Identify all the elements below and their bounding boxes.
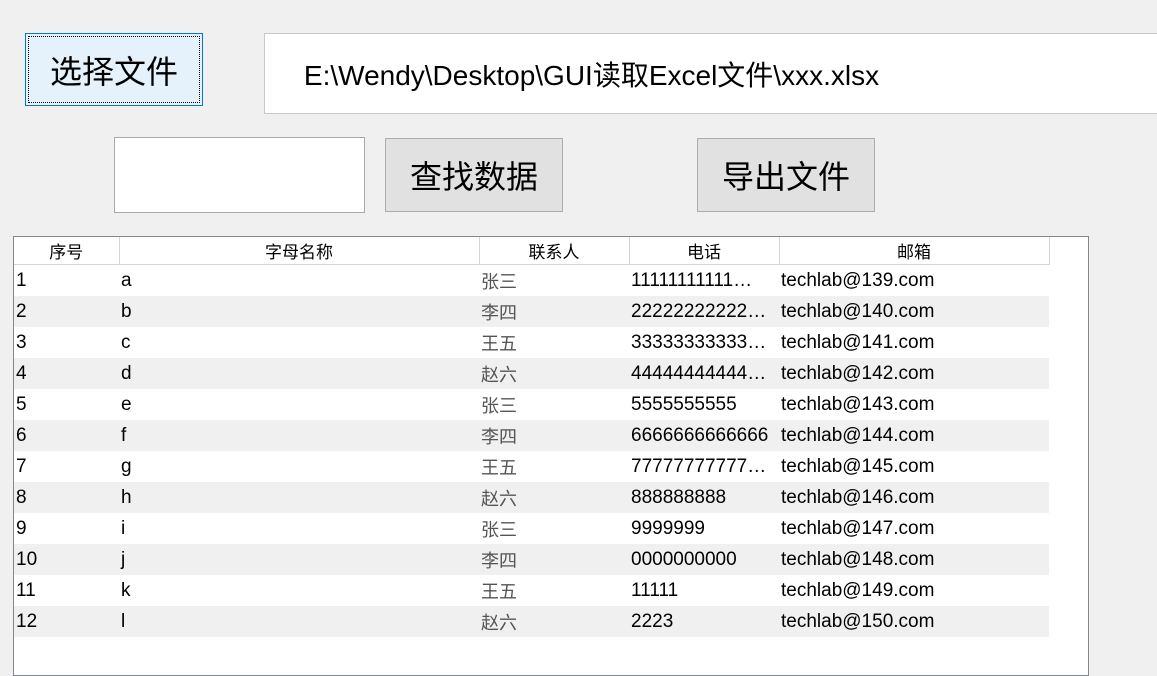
cell-letter-name: k (119, 575, 479, 606)
file-path-text: E:\Wendy\Desktop\GUI读取Excel文件\xxx.xlsx (303, 59, 880, 91)
cell-index: 10 (14, 544, 119, 575)
cell-index: 4 (14, 358, 119, 389)
cell-letter-name: i (119, 513, 479, 544)
cell-phone: 11111 (629, 575, 779, 606)
cell-letter-name: b (119, 296, 479, 327)
table-row[interactable]: 1 a 张三 11111111111… techlab@139.com (14, 264, 1049, 296)
table-row[interactable]: 5 e 张三 5555555555 techlab@143.com (14, 389, 1049, 420)
export-file-button[interactable]: 导出文件 (697, 138, 875, 212)
table-row[interactable]: 10 j 李四 0000000000 techlab@148.com (14, 544, 1049, 575)
cell-contact: 王五 (479, 327, 629, 358)
select-file-button[interactable]: 选择文件 (25, 33, 203, 106)
cell-index: 11 (14, 575, 119, 606)
cell-email: techlab@149.com (779, 575, 1049, 606)
cell-email: techlab@145.com (779, 451, 1049, 482)
cell-email: techlab@143.com (779, 389, 1049, 420)
cell-letter-name: e (119, 389, 479, 420)
cell-email: techlab@144.com (779, 420, 1049, 451)
cell-index: 8 (14, 482, 119, 513)
cell-email: techlab@142.com (779, 358, 1049, 389)
cell-phone: 77777777777… (629, 451, 779, 482)
column-header-index[interactable]: 序号 (14, 237, 120, 265)
cell-index: 12 (14, 606, 119, 637)
table-row[interactable]: 6 f 李四 6666666666666 techlab@144.com (14, 420, 1049, 451)
cell-phone: 0000000000 (629, 544, 779, 575)
cell-contact: 李四 (479, 544, 629, 575)
cell-email: techlab@141.com (779, 327, 1049, 358)
column-header-letter-name[interactable]: 字母名称 (119, 237, 480, 265)
data-table: 序号 字母名称 联系人 电话 邮箱 1 a 张三 11111111111… te… (14, 237, 1050, 637)
cell-phone: 22222222222… (629, 296, 779, 327)
cell-email: techlab@150.com (779, 606, 1049, 637)
cell-letter-name: l (119, 606, 479, 637)
search-input[interactable] (114, 137, 365, 213)
cell-email: techlab@139.com (779, 264, 1049, 296)
cell-contact: 张三 (479, 513, 629, 544)
cell-index: 9 (14, 513, 119, 544)
cell-contact: 赵六 (479, 606, 629, 637)
cell-letter-name: g (119, 451, 479, 482)
cell-contact: 王五 (479, 575, 629, 606)
cell-letter-name: d (119, 358, 479, 389)
cell-index: 7 (14, 451, 119, 482)
cell-letter-name: f (119, 420, 479, 451)
cell-email: techlab@140.com (779, 296, 1049, 327)
data-table-view[interactable]: 序号 字母名称 联系人 电话 邮箱 1 a 张三 11111111111… te… (13, 236, 1089, 676)
table-row[interactable]: 9 i 张三 9999999 techlab@147.com (14, 513, 1049, 544)
table-header-row: 序号 字母名称 联系人 电话 邮箱 (14, 237, 1050, 265)
table-row[interactable]: 4 d 赵六 44444444444… techlab@142.com (14, 358, 1049, 389)
cell-index: 6 (14, 420, 119, 451)
find-data-button[interactable]: 查找数据 (385, 138, 563, 212)
file-path-display: E:\Wendy\Desktop\GUI读取Excel文件\xxx.xlsx (264, 33, 1157, 114)
cell-contact: 李四 (479, 296, 629, 327)
cell-contact: 李四 (479, 420, 629, 451)
cell-letter-name: c (119, 327, 479, 358)
cell-contact: 王五 (479, 451, 629, 482)
cell-contact: 张三 (479, 264, 629, 296)
column-header-email[interactable]: 邮箱 (779, 237, 1050, 265)
cell-index: 5 (14, 389, 119, 420)
cell-phone: 44444444444… (629, 358, 779, 389)
cell-index: 3 (14, 327, 119, 358)
cell-index: 2 (14, 296, 119, 327)
cell-letter-name: a (119, 264, 479, 296)
cell-index: 1 (14, 264, 119, 296)
cell-contact: 张三 (479, 389, 629, 420)
table-row[interactable]: 2 b 李四 22222222222… techlab@140.com (14, 296, 1049, 327)
cell-phone: 2223 (629, 606, 779, 637)
table-row[interactable]: 8 h 赵六 888888888 techlab@146.com (14, 482, 1049, 513)
table-row[interactable]: 7 g 王五 77777777777… techlab@145.com (14, 451, 1049, 482)
cell-email: techlab@147.com (779, 513, 1049, 544)
cell-email: techlab@146.com (779, 482, 1049, 513)
cell-phone: 888888888 (629, 482, 779, 513)
cell-email: techlab@148.com (779, 544, 1049, 575)
cell-phone: 33333333333… (629, 327, 779, 358)
cell-contact: 赵六 (479, 482, 629, 513)
cell-phone: 6666666666666 (629, 420, 779, 451)
cell-phone: 5555555555 (629, 389, 779, 420)
column-header-phone[interactable]: 电话 (629, 237, 780, 265)
table-row[interactable]: 12 l 赵六 2223 techlab@150.com (14, 606, 1049, 637)
cell-phone: 9999999 (629, 513, 779, 544)
cell-phone: 11111111111… (629, 264, 779, 296)
cell-letter-name: j (119, 544, 479, 575)
column-header-contact[interactable]: 联系人 (479, 237, 630, 265)
table-row[interactable]: 11 k 王五 11111 techlab@149.com (14, 575, 1049, 606)
cell-contact: 赵六 (479, 358, 629, 389)
cell-letter-name: h (119, 482, 479, 513)
table-row[interactable]: 3 c 王五 33333333333… techlab@141.com (14, 327, 1049, 358)
